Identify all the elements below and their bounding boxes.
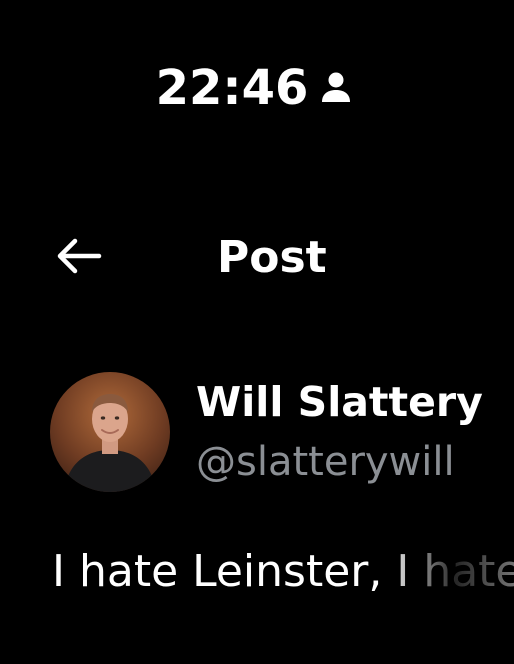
status-bar: 22:46 xyxy=(0,58,514,118)
author-name[interactable]: Will Slattery xyxy=(196,378,483,426)
page-title: Post xyxy=(217,232,327,283)
back-button[interactable] xyxy=(52,232,104,284)
author-row: Will Slattery @slatterywill xyxy=(50,372,514,494)
arrow-left-icon xyxy=(53,236,103,280)
post-header: Post xyxy=(0,226,514,290)
clock: 22:46 xyxy=(155,60,309,116)
author-handle[interactable]: @slatterywill xyxy=(196,438,455,486)
text-fade-overlay xyxy=(384,542,514,608)
person-icon xyxy=(316,68,356,108)
avatar[interactable] xyxy=(50,372,170,492)
post-body: I hate Leinster, I hate xyxy=(52,542,514,608)
status-bar-content: 22:46 xyxy=(156,64,357,112)
